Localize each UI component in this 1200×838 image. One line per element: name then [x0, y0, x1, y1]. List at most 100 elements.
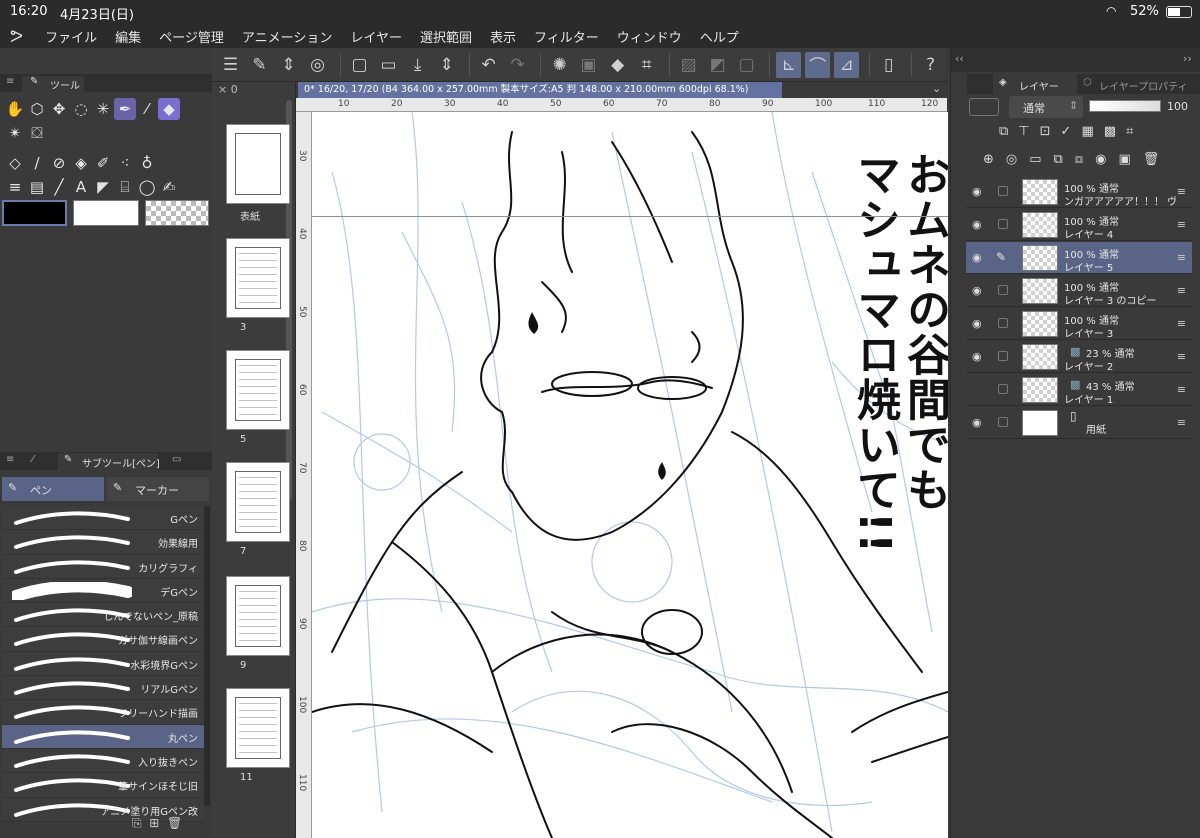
special-ruler-icon[interactable]: ⊿ — [834, 51, 860, 78]
subtool-item[interactable]: 水彩境界Gペン — [2, 651, 204, 677]
page-manager-zoom[interactable]: × 0 — [218, 83, 238, 96]
menu-selection[interactable]: 選択範囲 — [420, 27, 472, 46]
ruler-tool-icon[interactable]: ⌸ — [114, 176, 136, 198]
layer-row[interactable]: ◉ 100 % 通常 レイヤー 4 ≡ — [966, 209, 1192, 241]
subtool-item[interactable]: 入り抜きペン — [2, 748, 204, 774]
subtool-extra-icon[interactable]: ▭ — [172, 454, 181, 465]
menu-edit[interactable]: 編集 — [115, 27, 141, 46]
text-tool-icon[interactable]: A — [70, 176, 92, 198]
clip-icon[interactable]: ⧉ — [999, 124, 1018, 139]
brush-tab-icon[interactable]: ⁄ — [32, 454, 34, 465]
ruler-snap-icon[interactable]: ⊾ — [776, 51, 802, 78]
subtool-item[interactable]: リアルGペン — [2, 676, 204, 701]
merge-layer-icon[interactable]: ⧈ — [1075, 152, 1095, 167]
layer-menu-icon[interactable]: ≡ — [1177, 383, 1186, 396]
frame-icon[interactable]: ▢ — [734, 52, 759, 78]
eye-icon[interactable]: ◉ — [972, 218, 982, 231]
layer-checkbox[interactable] — [998, 351, 1008, 361]
page-thumbnail[interactable] — [226, 124, 290, 204]
updown-icon-2[interactable]: ⇕ — [434, 52, 459, 78]
layer-row[interactable]: ◉ ▯ 用紙 ≡ — [966, 407, 1192, 439]
lasso-icon[interactable]: ◌ — [70, 98, 92, 120]
eye-icon[interactable]: ◉ — [972, 185, 982, 198]
loading-icon[interactable]: ✺ — [547, 52, 572, 78]
move-tool-icon[interactable]: ✥ — [48, 98, 70, 120]
layer-checkbox[interactable] — [998, 285, 1008, 295]
tab-layer-property[interactable]: ⬡ レイヤープロパティ — [1079, 74, 1199, 94]
sparkle-icon[interactable]: ✴ — [4, 122, 26, 144]
layer-row[interactable]: ◉ ▩ 23 % 通常 レイヤー 2 ≡ — [966, 341, 1192, 373]
eraser-2-icon[interactable]: ◈ — [70, 152, 92, 174]
layer-menu-icon[interactable]: ≡ — [1177, 218, 1186, 231]
open-folder-icon[interactable]: ▭ — [376, 52, 401, 78]
line-icon[interactable]: ╱ — [48, 176, 70, 198]
mask-add-icon[interactable]: ◉ — [1095, 152, 1118, 167]
layer-menu-icon[interactable]: ≡ — [1177, 284, 1186, 297]
chevron-down-icon[interactable]: ⌄ — [932, 82, 941, 95]
menu-file[interactable]: ファイル — [45, 27, 97, 46]
new-vector-icon[interactable]: ◎ — [1006, 152, 1029, 167]
eraser-icon[interactable]: ◇ — [4, 152, 26, 174]
layer-checkbox[interactable] — [998, 219, 1008, 229]
lock-transparency-icon[interactable]: ⊡ — [1040, 124, 1061, 139]
subtool-item[interactable]: ガサ伽サ線画ペン — [2, 627, 204, 652]
menu-layer[interactable]: レイヤー — [350, 27, 402, 46]
eye-icon[interactable]: ◉ — [972, 317, 982, 330]
spray-icon[interactable]: ⁖ — [114, 152, 136, 174]
new-raster-icon[interactable]: ⊕ — [983, 152, 1006, 167]
subtool-tab-marker[interactable]: ✎ マーカー — [107, 477, 209, 501]
add-subtool-icon[interactable]: ⊞ — [149, 816, 159, 830]
new-file-icon[interactable]: ▢ — [347, 52, 372, 78]
layer-row[interactable]: ◉100 % 通常ンガアアアアア！！！ ヴァン≡ — [966, 176, 1192, 208]
layer-color-icon[interactable] — [969, 98, 999, 116]
frame-tool-icon[interactable]: ◤ — [92, 176, 114, 198]
marker-icon[interactable]: ✐ — [92, 152, 114, 174]
tab-layer[interactable]: ◈ レイヤー — [993, 74, 1077, 94]
delete-subtool-icon[interactable]: 🗑 — [167, 816, 182, 830]
guide-line[interactable] — [312, 216, 948, 217]
layer-row[interactable]: ◉ 100 % 通常 レイヤー 3 ≡ — [966, 308, 1192, 340]
copy-layer-icon[interactable]: ⧉ — [1054, 152, 1075, 167]
new-folder-icon[interactable]: ▭ — [1029, 152, 1053, 167]
eye-icon[interactable]: ◉ — [972, 350, 982, 363]
updown-icon[interactable]: ⇕ — [276, 52, 301, 78]
balloon-icon[interactable]: ◯ — [136, 176, 158, 198]
layer-menu-icon[interactable]: ≡ — [1177, 251, 1186, 264]
app-logo-icon[interactable]: ᕗ — [10, 26, 23, 47]
color-picker-icon[interactable]: ◆ — [158, 98, 180, 120]
layer-row[interactable]: ◉ 100 % 通常 レイヤー 3 のコピー ≡ — [966, 275, 1192, 307]
layer-checkbox[interactable] — [998, 186, 1008, 196]
magic-wand-icon[interactable]: ✳ — [92, 98, 114, 120]
subtool-item[interactable]: カリグラフィ — [2, 554, 204, 579]
brush-icon[interactable]: ⊘ — [48, 152, 70, 174]
eye-icon[interactable]: ◉ — [972, 251, 982, 264]
main-color-swatch[interactable] — [2, 200, 67, 226]
sub-color-swatch[interactable] — [73, 200, 139, 226]
duplicate-icon[interactable]: ▣ — [1118, 152, 1142, 167]
eye-icon[interactable]: ◉ — [972, 416, 982, 429]
page-thumbnail[interactable] — [226, 350, 290, 430]
page-thumbnail[interactable] — [226, 576, 290, 656]
subtool-item[interactable]: しんでないペン_原稿 — [2, 603, 204, 628]
hatch-icon[interactable]: ▨ — [676, 52, 701, 78]
menu-window[interactable]: ウィンドウ — [617, 27, 682, 46]
blend-mode-select[interactable]: 通常 ⇕ — [1009, 96, 1083, 118]
page-thumbnail[interactable] — [226, 462, 290, 542]
3d-cube-icon[interactable]: ⬡ — [26, 98, 48, 120]
tone-icon[interactable]: ◩ — [705, 52, 730, 78]
eyedropper-icon[interactable]: ⁄ — [136, 98, 158, 120]
eye-icon[interactable]: ◉ — [972, 284, 982, 297]
subtool-item[interactable]: Gペン — [2, 506, 204, 531]
hamburger-menu-icon[interactable]: ☰ — [218, 52, 243, 78]
layer-menu-icon[interactable]: ≡ — [1177, 350, 1186, 363]
subtool-item[interactable]: デGペン — [2, 578, 204, 604]
bucket-icon[interactable]: ⛋ — [26, 122, 48, 144]
layer-checkbox[interactable] — [998, 384, 1008, 394]
smartphone-icon[interactable]: ▯ — [876, 52, 901, 78]
opacity-slider[interactable] — [1089, 100, 1161, 112]
mask-2-icon[interactable]: ▩ — [1104, 124, 1126, 139]
hand-tool-icon[interactable]: ✋ — [4, 98, 26, 120]
transparent-color-swatch[interactable] — [145, 200, 209, 226]
subtool-scrollbar[interactable] — [204, 506, 210, 806]
page-thumbnail[interactable] — [226, 238, 290, 318]
